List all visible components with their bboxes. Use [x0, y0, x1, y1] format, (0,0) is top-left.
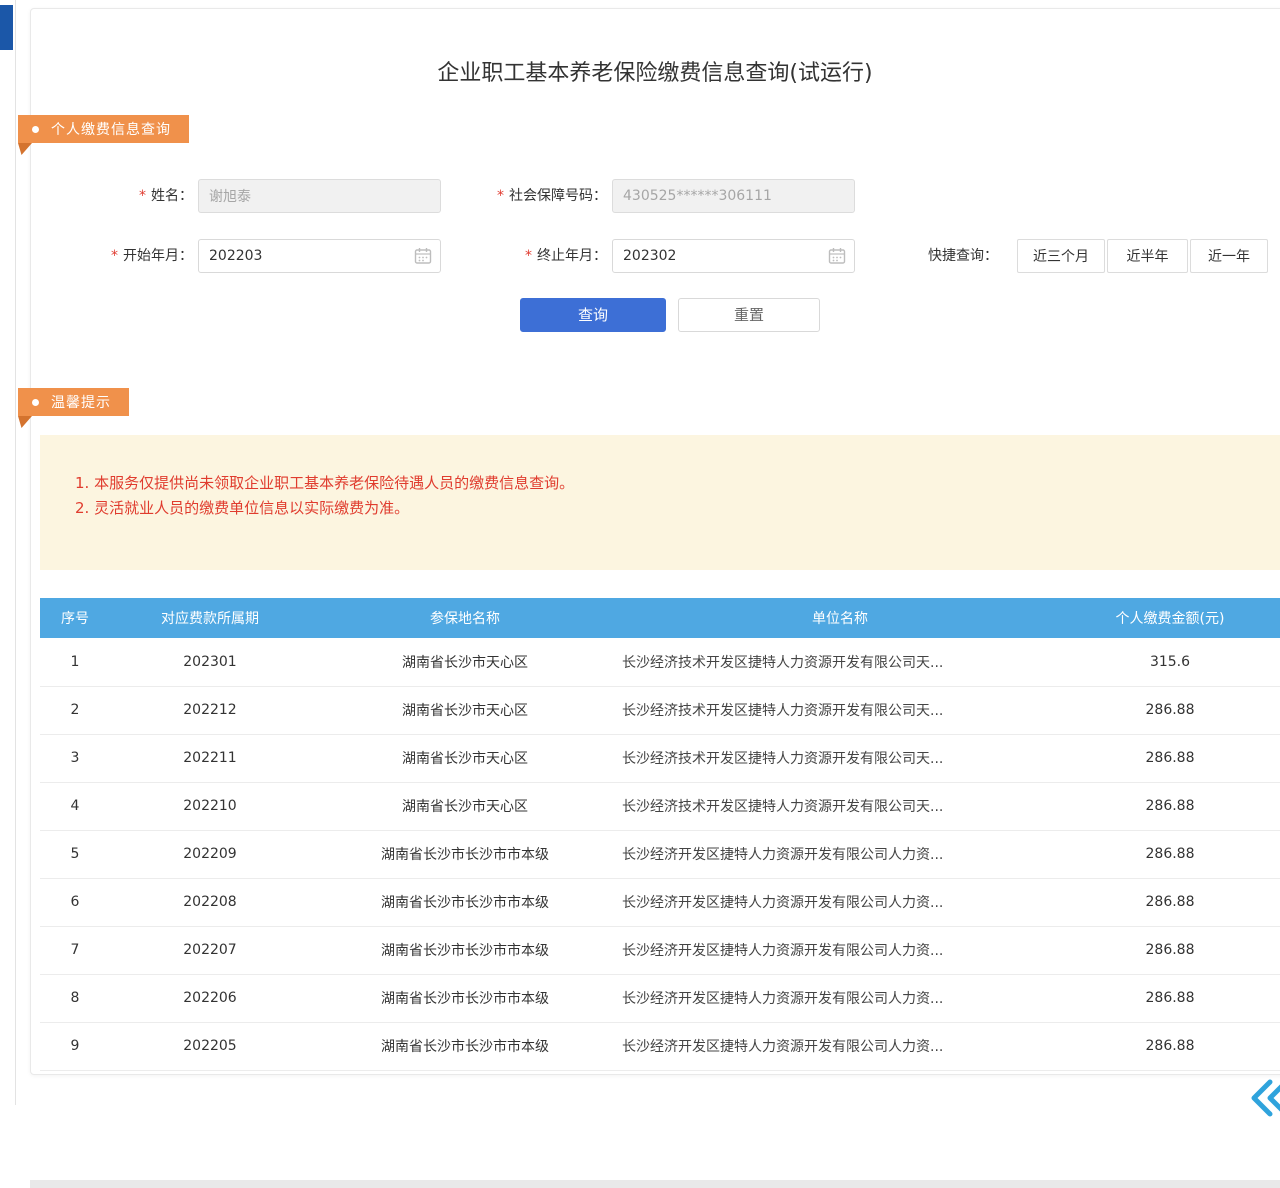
quick-btn-3months[interactable]: 近三个月	[1017, 239, 1105, 273]
cell-amount: 315.6	[1060, 638, 1280, 686]
sidebar-strip	[0, 0, 16, 1105]
section-badge-query: 个人缴费信息查询	[18, 115, 189, 143]
cell-period: 202208	[110, 878, 310, 926]
cell-area: 湖南省长沙市长沙市市本级	[310, 878, 620, 926]
end-month-label: *终止年月：	[460, 240, 607, 272]
cell-company: 长沙经济开发区捷特人力资源开发有限公司人力资...	[620, 1022, 1060, 1070]
table-row: 2 202212 湖南省长沙市天心区 长沙经济技术开发区捷特人力资源开发有限公司…	[40, 686, 1280, 734]
cell-company: 长沙经济技术开发区捷特人力资源开发有限公司天...	[620, 782, 1060, 830]
cell-amount: 286.88	[1060, 830, 1280, 878]
cell-area: 湖南省长沙市长沙市市本级	[310, 1022, 620, 1070]
ssn-field	[612, 179, 855, 213]
cell-index: 1	[40, 638, 110, 686]
cell-amount: 286.88	[1060, 686, 1280, 734]
quick-query-label: 快捷查询：	[928, 240, 998, 272]
cell-index: 8	[40, 974, 110, 1022]
cell-amount: 286.88	[1060, 1022, 1280, 1070]
name-field	[198, 179, 441, 213]
quick-btn-1year[interactable]: 近一年	[1190, 239, 1268, 273]
cell-period: 202211	[110, 734, 310, 782]
cell-company: 长沙经济开发区捷特人力资源开发有限公司人力资...	[620, 926, 1060, 974]
end-month-input[interactable]	[612, 239, 855, 273]
table-row: 4 202210 湖南省长沙市天心区 长沙经济技术开发区捷特人力资源开发有限公司…	[40, 782, 1280, 830]
header-company: 单位名称	[620, 598, 1060, 638]
table-header: 序号 对应费款所属期 参保地名称 单位名称 个人缴费金额(元)	[40, 598, 1280, 638]
page-title: 企业职工基本养老保险缴费信息查询(试运行)	[30, 55, 1280, 87]
cell-area: 湖南省长沙市长沙市市本级	[310, 926, 620, 974]
cell-company: 长沙经济开发区捷特人力资源开发有限公司人力资...	[620, 878, 1060, 926]
cell-amount: 286.88	[1060, 974, 1280, 1022]
table-row: 7 202207 湖南省长沙市长沙市市本级 长沙经济开发区捷特人力资源开发有限公…	[40, 926, 1280, 974]
tips-line-1: 1. 本服务仅提供尚未领取企业职工基本养老保险待遇人员的缴费信息查询。	[75, 471, 1260, 496]
calendar-icon[interactable]	[414, 247, 432, 265]
sidebar-blue-tab[interactable]	[0, 5, 13, 50]
bullet-dot-icon	[32, 126, 39, 133]
quick-btn-halfyear[interactable]: 近半年	[1107, 239, 1188, 273]
cell-amount: 286.88	[1060, 734, 1280, 782]
section-badge-tips: 温馨提示	[18, 388, 129, 416]
header-index: 序号	[40, 598, 110, 638]
query-button[interactable]: 查询	[520, 298, 666, 332]
cell-area: 湖南省长沙市长沙市市本级	[310, 830, 620, 878]
required-asterisk: *	[497, 188, 504, 204]
cell-amount: 286.88	[1060, 878, 1280, 926]
name-label: *姓名：	[60, 180, 193, 212]
bottom-divider	[30, 1180, 1280, 1188]
table-row: 1 202301 湖南省长沙市天心区 长沙经济技术开发区捷特人力资源开发有限公司…	[40, 638, 1280, 686]
required-asterisk: *	[111, 248, 118, 264]
header-amount: 个人缴费金额(元)	[1060, 598, 1280, 638]
section-badge-query-label: 个人缴费信息查询	[51, 119, 171, 139]
calendar-icon[interactable]	[828, 247, 846, 265]
cell-period: 202207	[110, 926, 310, 974]
cell-index: 6	[40, 878, 110, 926]
table-body: 1 202301 湖南省长沙市天心区 长沙经济技术开发区捷特人力资源开发有限公司…	[40, 638, 1280, 1070]
cell-period: 202205	[110, 1022, 310, 1070]
cell-period: 202212	[110, 686, 310, 734]
cell-company: 长沙经济技术开发区捷特人力资源开发有限公司天...	[620, 638, 1060, 686]
cell-amount: 286.88	[1060, 782, 1280, 830]
cell-index: 5	[40, 830, 110, 878]
cell-company: 长沙经济开发区捷特人力资源开发有限公司人力资...	[620, 830, 1060, 878]
cell-period: 202301	[110, 638, 310, 686]
table-row: 6 202208 湖南省长沙市长沙市市本级 长沙经济开发区捷特人力资源开发有限公…	[40, 878, 1280, 926]
cell-period: 202209	[110, 830, 310, 878]
section-badge-tips-label: 温馨提示	[51, 392, 111, 412]
table-row: 5 202209 湖南省长沙市长沙市市本级 长沙经济开发区捷特人力资源开发有限公…	[40, 830, 1280, 878]
cell-area: 湖南省长沙市天心区	[310, 734, 620, 782]
header-period: 对应费款所属期	[110, 598, 310, 638]
cell-index: 2	[40, 686, 110, 734]
tips-box: 1. 本服务仅提供尚未领取企业职工基本养老保险待遇人员的缴费信息查询。 2. 灵…	[40, 435, 1280, 570]
cell-period: 202206	[110, 974, 310, 1022]
required-asterisk: *	[525, 248, 532, 264]
table-row: 8 202206 湖南省长沙市长沙市市本级 长沙经济开发区捷特人力资源开发有限公…	[40, 974, 1280, 1022]
cell-index: 4	[40, 782, 110, 830]
cell-company: 长沙经济技术开发区捷特人力资源开发有限公司天...	[620, 686, 1060, 734]
required-asterisk: *	[139, 188, 146, 204]
cell-amount: 286.88	[1060, 926, 1280, 974]
header-area: 参保地名称	[310, 598, 620, 638]
table-row: 3 202211 湖南省长沙市天心区 长沙经济技术开发区捷特人力资源开发有限公司…	[40, 734, 1280, 782]
reset-button[interactable]: 重置	[678, 298, 820, 332]
start-month-label: *开始年月：	[60, 240, 193, 272]
tips-line-2: 2. 灵活就业人员的缴费单位信息以实际缴费为准。	[75, 496, 1260, 521]
bullet-dot-icon	[32, 399, 39, 406]
cell-period: 202210	[110, 782, 310, 830]
cell-area: 湖南省长沙市天心区	[310, 686, 620, 734]
table-row: 9 202205 湖南省长沙市长沙市市本级 长沙经济开发区捷特人力资源开发有限公…	[40, 1022, 1280, 1070]
cell-index: 9	[40, 1022, 110, 1070]
double-chevron-left-icon[interactable]	[1250, 1078, 1280, 1118]
cell-company: 长沙经济技术开发区捷特人力资源开发有限公司天...	[620, 734, 1060, 782]
payment-table: 序号 对应费款所属期 参保地名称 单位名称 个人缴费金额(元) 1 202301…	[40, 598, 1280, 1071]
ssn-label: *社会保障号码：	[440, 180, 607, 212]
cell-area: 湖南省长沙市天心区	[310, 782, 620, 830]
cell-area: 湖南省长沙市天心区	[310, 638, 620, 686]
cell-company: 长沙经济开发区捷特人力资源开发有限公司人力资...	[620, 974, 1060, 1022]
cell-index: 3	[40, 734, 110, 782]
cell-area: 湖南省长沙市长沙市市本级	[310, 974, 620, 1022]
cell-index: 7	[40, 926, 110, 974]
start-month-input[interactable]	[198, 239, 441, 273]
